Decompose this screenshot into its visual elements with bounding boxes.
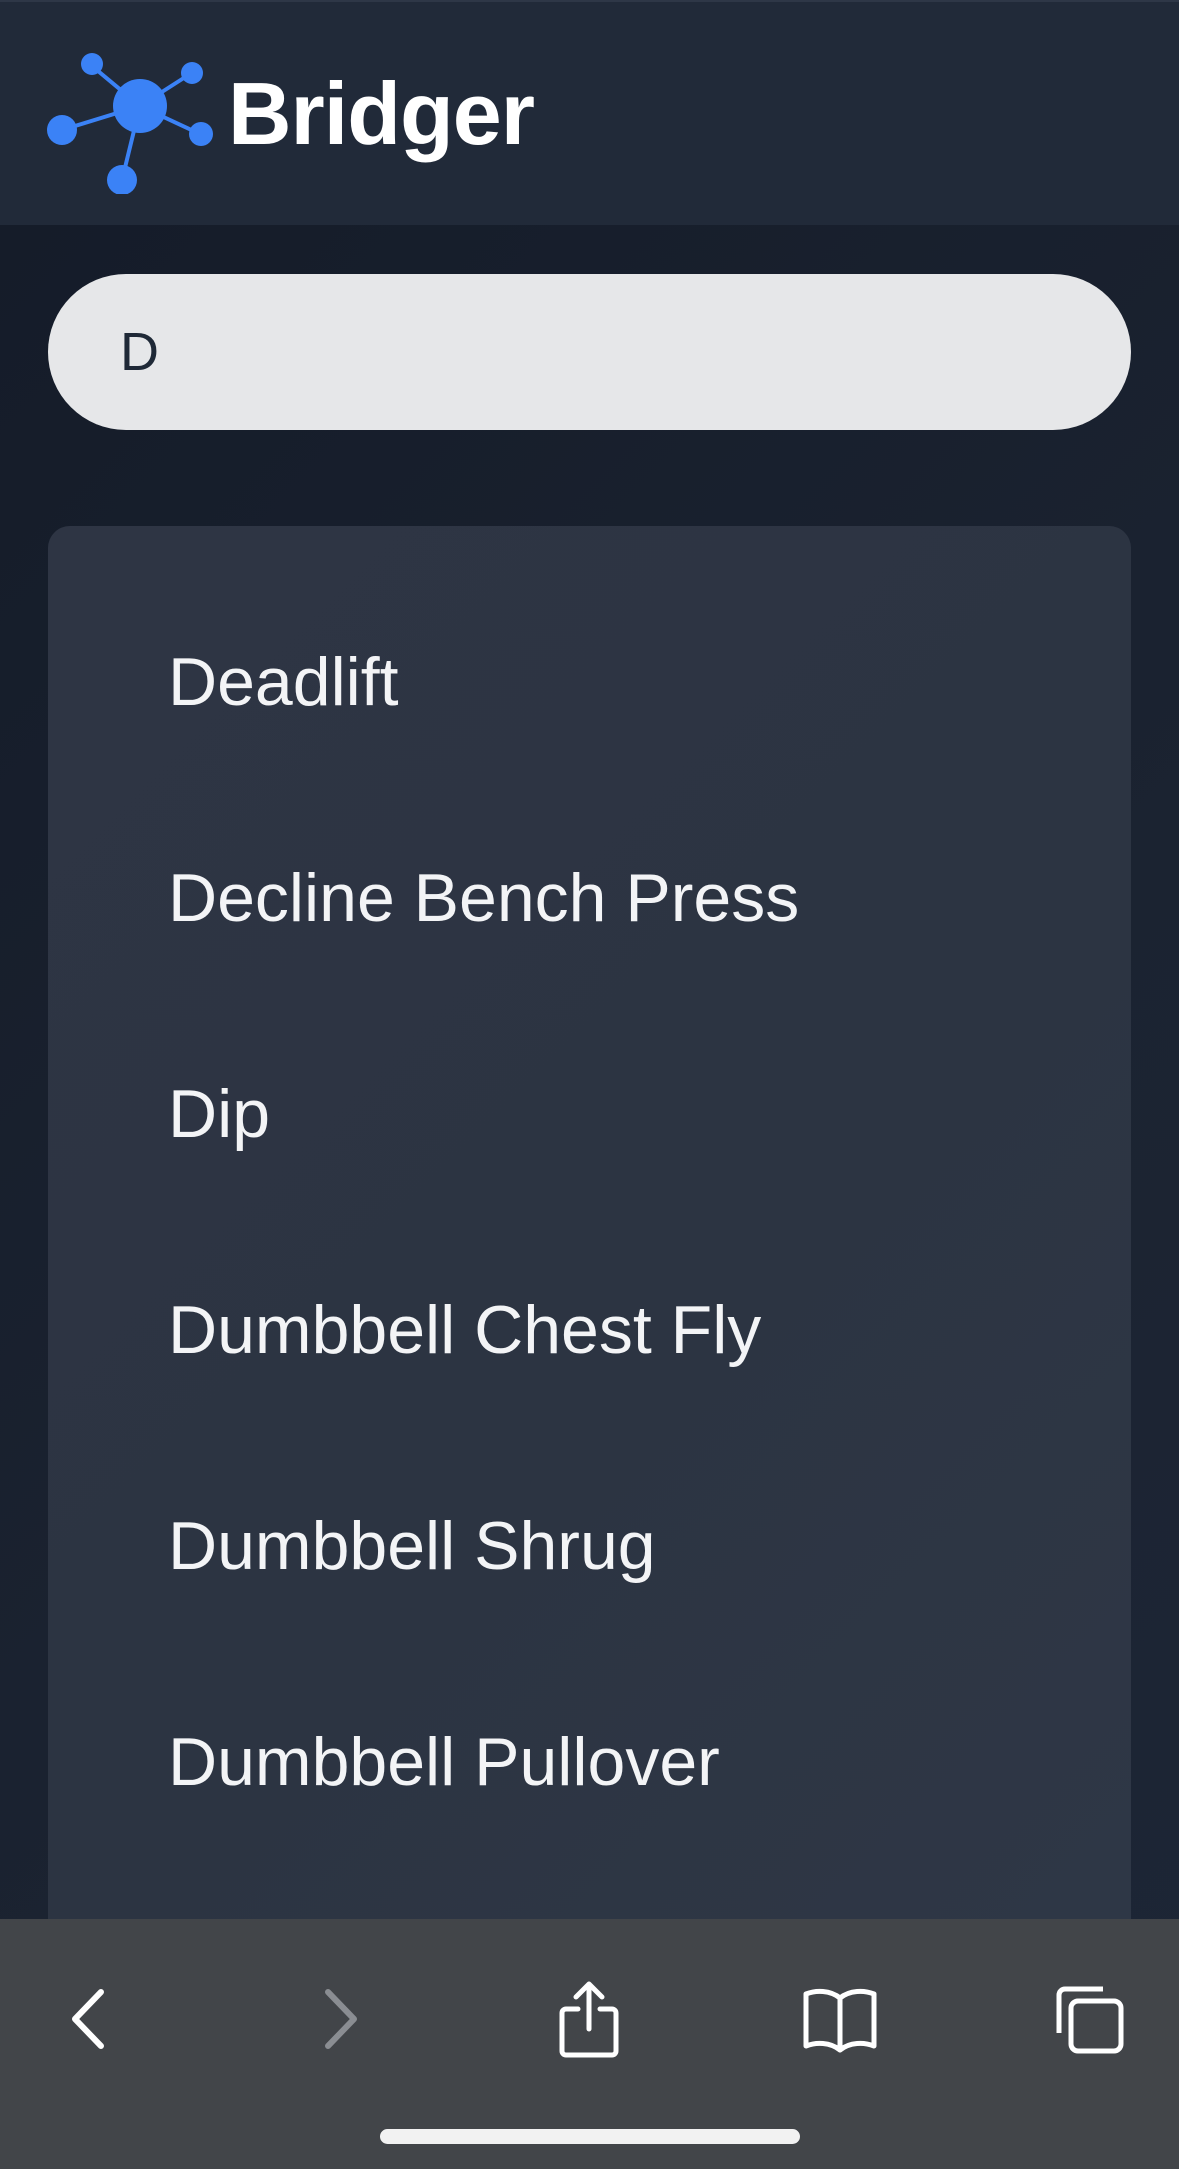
list-item[interactable]: Deadlift xyxy=(48,574,1131,790)
back-button[interactable] xyxy=(17,1949,157,2089)
home-indicator xyxy=(380,2129,800,2144)
browser-page: Bridger D Deadlift Decline Bench Press Dip… xyxy=(0,0,1179,2169)
app-header: Bridger xyxy=(0,0,1179,225)
forward-button[interactable] xyxy=(272,1949,412,2089)
list-item[interactable]: Dumbbell Shrug xyxy=(48,1438,1131,1654)
search-input[interactable]: D xyxy=(48,274,1131,430)
bookmarks-button[interactable] xyxy=(770,1949,910,2089)
list-item[interactable]: Dumbbell Pullover xyxy=(48,1654,1131,1870)
app-title: Bridger xyxy=(228,63,535,163)
list-item-label: Dumbbell Chest Fly xyxy=(168,1292,762,1368)
share-button[interactable] xyxy=(519,1949,659,2089)
list-item-label: Deadlift xyxy=(168,644,399,720)
share-icon xyxy=(559,1981,619,2058)
tabs-icon xyxy=(1056,1986,1124,2054)
chevron-right-icon xyxy=(325,1989,357,2049)
search-query-text: D xyxy=(120,322,159,382)
list-item-label: Decline Bench Press xyxy=(168,860,800,936)
list-item-label: Dip xyxy=(168,1076,271,1152)
list-item[interactable]: Decline Bench Press xyxy=(48,790,1131,1006)
tabs-button[interactable] xyxy=(1019,1949,1159,2089)
network-nodes-icon[interactable] xyxy=(42,34,218,194)
list-item[interactable]: Dumbbell Chest Fly xyxy=(48,1222,1131,1438)
list-item-label: Dumbbell Shrug xyxy=(168,1508,656,1584)
list-item[interactable]: Dip xyxy=(48,1006,1131,1222)
list-item-label: Dumbbell Pullover xyxy=(168,1724,720,1800)
bookmarks-icon xyxy=(803,1988,877,2053)
chevron-left-icon xyxy=(72,1989,104,2049)
